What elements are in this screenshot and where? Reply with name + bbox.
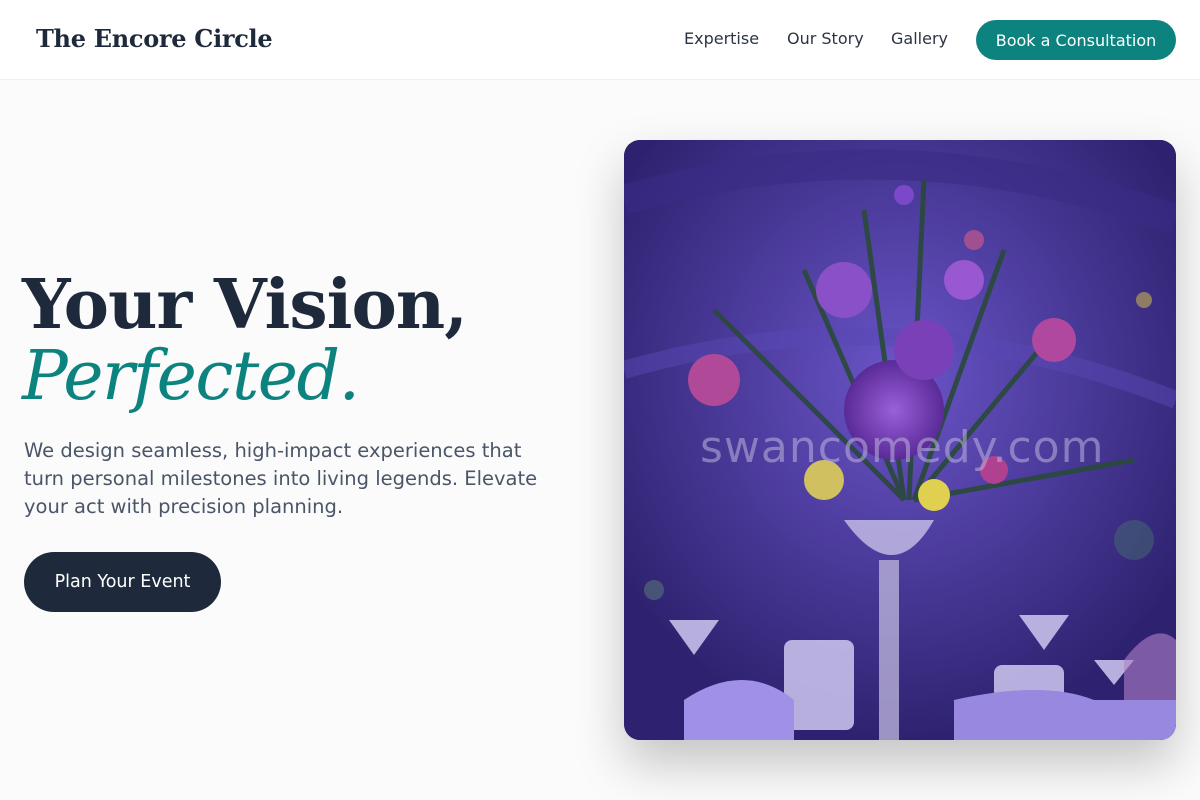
nav-link-gallery[interactable]: Gallery: [891, 29, 948, 48]
hero-description: We design seamless, high-impact experien…: [24, 439, 538, 518]
hero-title: Your Vision,: [22, 265, 468, 345]
site-header: The Encore Circle Expertise Our Story Ga…: [0, 0, 1200, 80]
image-watermark: swancomedy.com: [700, 422, 1105, 473]
nav-link-expertise[interactable]: Expertise: [684, 29, 759, 48]
hero-title-accent: Perfected.: [22, 337, 360, 416]
book-consultation-button[interactable]: Book a Consultation: [976, 20, 1176, 60]
nav-link-our-story[interactable]: Our Story: [787, 29, 864, 48]
plan-your-event-button[interactable]: Plan Your Event: [24, 552, 221, 612]
brand-logo[interactable]: The Encore Circle: [36, 24, 273, 53]
hero-image: swancomedy.com: [624, 140, 1176, 740]
